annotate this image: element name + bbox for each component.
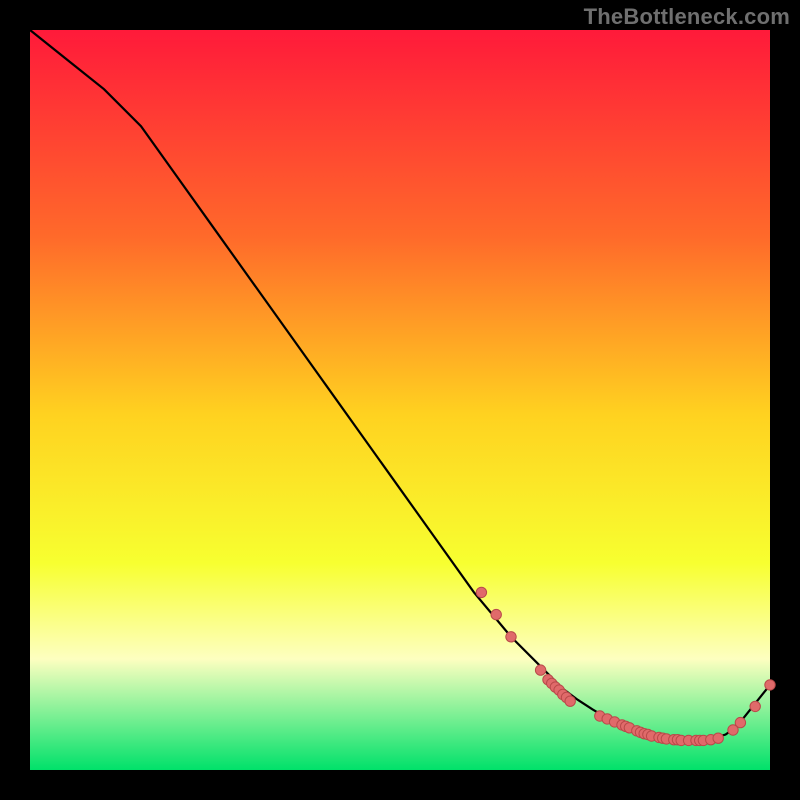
watermark-text: TheBottleneck.com (584, 4, 790, 30)
data-point (535, 665, 545, 675)
data-point (565, 696, 575, 706)
data-point (491, 609, 501, 619)
plot-background (30, 30, 770, 770)
data-point (506, 632, 516, 642)
data-point (713, 733, 723, 743)
chart-stage: TheBottleneck.com (0, 0, 800, 800)
data-point (476, 587, 486, 597)
data-point (765, 680, 775, 690)
data-point (750, 701, 760, 711)
bottleneck-chart (0, 0, 800, 800)
data-point (735, 717, 745, 727)
